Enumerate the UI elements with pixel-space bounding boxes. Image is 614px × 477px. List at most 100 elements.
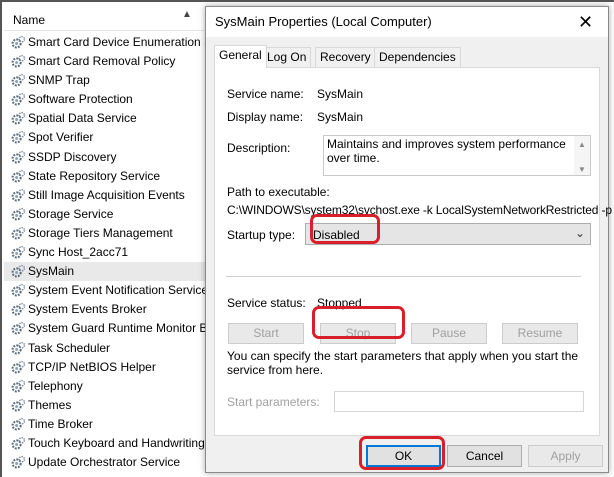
service-row-label: Smart Card Removal Policy — [28, 54, 176, 69]
service-row-label: Sync Host_2acc71 — [28, 245, 129, 260]
service-row-label: Telephony — [28, 378, 83, 393]
scroll-up-icon[interactable]: ▲ — [578, 138, 586, 152]
service-gear-icon — [11, 379, 26, 394]
service-row[interactable]: Storage Service — [4, 205, 209, 224]
service-gear-icon — [11, 417, 26, 432]
service-row[interactable]: Smart Card Removal Policy — [4, 52, 209, 71]
service-gear-icon — [11, 283, 26, 298]
tab-recovery[interactable]: Recovery — [315, 47, 376, 67]
description-box[interactable]: Maintains and improves system performanc… — [323, 135, 591, 176]
service-row[interactable]: Spatial Data Service — [4, 109, 209, 128]
service-gear-icon — [11, 321, 26, 336]
service-gear-icon — [11, 245, 26, 260]
name-column-label: Name — [13, 13, 46, 27]
startup-type-select[interactable]: Disabled ⌄ — [305, 223, 591, 245]
path-value: C:\WINDOWS\system32\svchost.exe -k Local… — [227, 203, 612, 217]
description-text: Maintains and improves system performanc… — [327, 137, 566, 165]
service-gear-icon — [11, 398, 26, 413]
close-button[interactable]: ✕ — [563, 7, 608, 37]
service-row-label: Time Broker — [28, 416, 93, 431]
service-row-label: Task Scheduler — [28, 340, 111, 355]
service-gear-icon — [11, 111, 26, 126]
service-row[interactable]: SNMP Trap — [4, 71, 209, 90]
service-row[interactable]: Telephony — [4, 377, 209, 396]
start-params-label: Start parameters: — [227, 395, 320, 409]
service-row[interactable]: Update Orchestrator Service — [4, 453, 209, 472]
apply-button[interactable]: Apply — [528, 445, 603, 467]
service-row-label: System Guard Runtime Monitor B — [28, 321, 208, 336]
service-gear-icon — [11, 35, 26, 50]
service-row[interactable]: Time Broker — [4, 415, 209, 434]
pause-button[interactable]: Pause — [411, 323, 487, 344]
stop-button[interactable]: Stop — [320, 323, 396, 344]
service-row[interactable]: SysMain — [4, 262, 209, 282]
display-name-label: Display name: — [227, 110, 304, 124]
service-gear-icon — [11, 264, 26, 279]
service-gear-icon — [11, 455, 26, 470]
sort-up-icon: ▲ — [182, 9, 192, 20]
service-row-label: Storage Service — [28, 206, 114, 221]
service-gear-icon — [11, 360, 26, 375]
dialog-titlebar[interactable]: SysMain Properties (Local Computer) ✕ — [206, 7, 608, 37]
service-gear-icon — [11, 92, 26, 107]
service-row[interactable]: System Guard Runtime Monitor B — [4, 319, 209, 338]
service-row-label: Spot Verifier — [28, 130, 94, 145]
service-name-label: Service name: — [227, 87, 304, 101]
service-gear-icon — [11, 130, 26, 145]
start-params-input[interactable] — [334, 391, 584, 412]
service-row-label: State Repository Service — [28, 168, 161, 183]
service-gear-icon — [11, 226, 26, 241]
description-label: Description: — [227, 141, 291, 155]
start-button[interactable]: Start — [228, 323, 304, 344]
description-scrollbar[interactable]: ▲ ▼ — [574, 136, 590, 175]
general-tab-panel: Service name: SysMain Display name: SysM… — [214, 67, 612, 436]
service-row[interactable]: Still Image Acquisition Events — [4, 186, 209, 205]
service-status-label: Service status: — [227, 296, 306, 310]
service-row-label: Update Orchestrator Service — [28, 455, 181, 470]
start-params-hint: You can specify the start parameters tha… — [227, 349, 579, 377]
service-row-label: Touch Keyboard and Handwriting — [28, 435, 205, 450]
service-gear-icon — [11, 188, 26, 203]
service-row[interactable]: Task Scheduler — [4, 339, 209, 358]
service-row-label: Still Image Acquisition Events — [28, 187, 185, 202]
service-row[interactable]: Themes — [4, 396, 209, 415]
service-row[interactable]: Smart Card Device Enumeration S — [4, 33, 209, 52]
name-column-header[interactable]: ▲ Name — [4, 9, 204, 31]
service-row[interactable]: Software Protection — [4, 90, 209, 109]
service-row[interactable]: TCP/IP NetBIOS Helper — [4, 358, 209, 377]
cancel-button[interactable]: Cancel — [447, 445, 522, 467]
separator — [226, 276, 581, 277]
startup-type-value: Disabled — [313, 228, 360, 242]
service-row-label: SysMain — [28, 264, 75, 279]
services-list: Smart Card Device Enumeration S Smart Car… — [4, 33, 209, 472]
properties-dialog: SysMain Properties (Local Computer) ✕ Ge… — [205, 6, 612, 473]
tab-dependencies[interactable]: Dependencies — [374, 47, 461, 67]
chevron-down-icon: ⌄ — [574, 226, 585, 240]
service-row-label: Themes — [28, 397, 72, 412]
service-row[interactable]: SSDP Discovery — [4, 148, 209, 167]
service-gear-icon — [11, 341, 26, 356]
service-row[interactable]: System Event Notification Service — [4, 281, 209, 300]
dialog-title: SysMain Properties (Local Computer) — [215, 14, 432, 29]
service-row-label: Storage Tiers Management — [28, 225, 173, 240]
service-row-label: Smart Card Device Enumeration S — [28, 35, 209, 49]
resume-button[interactable]: Resume — [502, 323, 578, 344]
path-label: Path to executable: — [227, 185, 330, 199]
service-gear-icon — [11, 73, 26, 88]
service-row[interactable]: Storage Tiers Management — [4, 224, 209, 243]
service-row[interactable]: Spot Verifier — [4, 128, 209, 147]
tab-log-on[interactable]: Log On — [262, 47, 312, 67]
service-gear-icon — [11, 436, 26, 451]
service-status-value: Stopped — [317, 296, 362, 310]
service-row[interactable]: Sync Host_2acc71 — [4, 243, 209, 262]
service-row[interactable]: Touch Keyboard and Handwriting — [4, 434, 209, 453]
scroll-down-icon[interactable]: ▼ — [578, 163, 586, 177]
service-row-label: Software Protection — [28, 92, 133, 107]
tab-general[interactable]: General — [214, 45, 267, 68]
service-gear-icon — [11, 54, 26, 69]
service-row[interactable]: System Events Broker — [4, 300, 209, 319]
startup-type-label: Startup type: — [227, 228, 296, 242]
service-row[interactable]: State Repository Service — [4, 167, 209, 186]
service-row-label: SNMP Trap — [28, 73, 90, 88]
ok-button[interactable]: OK — [366, 445, 441, 467]
